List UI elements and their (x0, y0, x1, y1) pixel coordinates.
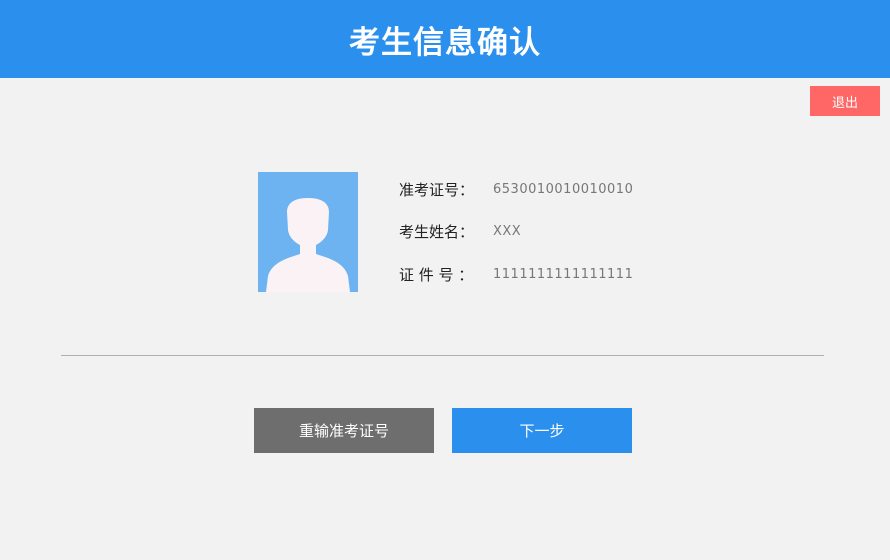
avatar-silhouette-icon (266, 198, 350, 292)
next-step-button[interactable]: 下一步 (452, 408, 632, 453)
admission-number-label: 准考证号： (399, 180, 475, 199)
admission-number-value: 6530010010010010 (493, 181, 634, 197)
exit-button[interactable]: 退出 (810, 86, 880, 116)
divider (61, 355, 824, 356)
candidate-name-label: 考生姓名： (399, 222, 475, 241)
info-row-id-number: 证 件 号 ： 1111111111111111 (399, 264, 633, 284)
page-header: 考生信息确认 (0, 0, 890, 78)
id-number-value: 1111111111111111 (493, 266, 634, 282)
info-row-admission-number: 准考证号： 6530010010010010 (399, 179, 633, 199)
candidate-photo (258, 172, 358, 292)
id-number-label: 证 件 号 ： (399, 265, 474, 284)
reenter-admission-number-button[interactable]: 重输准考证号 (254, 408, 434, 453)
candidate-name-value: XXX (493, 223, 522, 239)
info-row-candidate-name: 考生姓名： XXX (399, 221, 521, 241)
page-title: 考生信息确认 (349, 24, 541, 61)
